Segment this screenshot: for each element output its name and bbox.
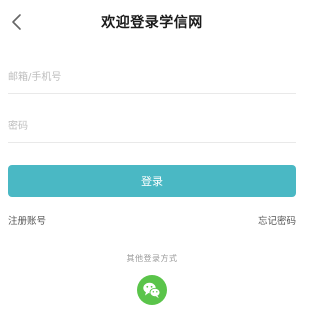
password-field bbox=[8, 111, 296, 143]
other-login-label: 其他登录方式 bbox=[126, 254, 178, 263]
password-input[interactable] bbox=[8, 111, 296, 142]
page-title: 欢迎登录学信网 bbox=[101, 15, 203, 31]
wechat-icon bbox=[143, 282, 161, 299]
account-input[interactable] bbox=[8, 62, 296, 93]
header-bar: 欢迎登录学信网 bbox=[0, 0, 304, 44]
login-button[interactable]: 登录 bbox=[8, 165, 296, 197]
register-link[interactable]: 注册账号 bbox=[8, 213, 46, 227]
forgot-password-link[interactable]: 忘记密码 bbox=[258, 213, 296, 227]
account-field bbox=[8, 62, 296, 94]
wechat-login-button[interactable] bbox=[137, 275, 167, 305]
